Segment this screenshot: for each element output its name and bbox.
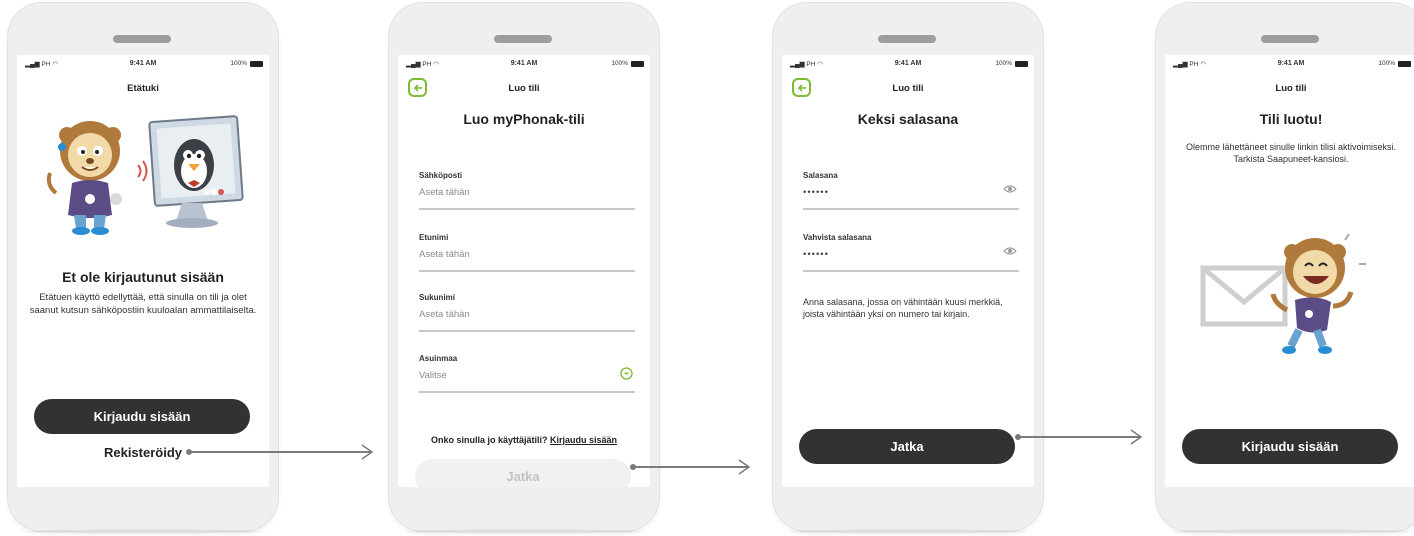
field-placeholder: Aseta tähän [419,187,470,198]
battery-icon [1015,60,1028,67]
field-underline [803,270,1019,272]
field-underline [419,208,635,210]
battery-indicator: 100% [995,60,1028,67]
nav-title: Luo tili [508,83,540,94]
field-underline [419,270,635,272]
field-label: Salasana [803,171,838,180]
sign-in-button[interactable]: Kirjaudu sisään [1182,429,1398,464]
phone-mockup-account-created: ▂▄▆ PH ◠ 9:41 AM 100% Luo tili Tili luot… [1156,3,1414,534]
battery-indicator: 100% [1378,60,1411,67]
phone-screen: ▂▄▆ PH ◠ 9:41 AM 100% Etätuki Et ole kir… [17,55,269,487]
flow-connector-line [190,451,372,453]
field-label: Etunimi [419,233,449,242]
nav-title: Luo tili [892,83,924,94]
email-field[interactable]: Sähköposti Aseta tähän [419,171,635,210]
arrow-right-icon [1130,429,1143,445]
nav-title: Luo tili [1275,83,1307,94]
field-underline [419,391,635,393]
existing-account-question: Onko sinulla jo käyttäjätili? [430,435,548,445]
nav-title: Etätuki [127,83,159,94]
password-hint: Anna salasana, jossa on vähintään kuusi … [803,297,1003,319]
password-value: •••••• [803,187,829,198]
battery-indicator: 100% [611,60,644,67]
arrow-right-icon [738,459,751,475]
phone-speaker [494,35,552,43]
lion-envelope-illustration [1200,233,1366,354]
field-placeholder: Aseta tähän [419,309,470,320]
battery-icon [1398,60,1411,67]
eye-icon[interactable] [1003,246,1017,256]
sign-in-link[interactable]: Kirjaudu sisään [550,435,617,445]
battery-indicator: 100% [230,60,263,67]
status-bar: ▂▄▆ PH ◠ 9:41 AM 100% [17,59,269,71]
phone-mockup-create-account: ▂▄▆ PH ◠ 9:41 AM 100% Luo tili Luo myPho… [389,3,659,534]
field-placeholder: Valitse [419,370,447,381]
continue-button[interactable]: Jatka [415,459,631,487]
field-placeholder: Aseta tähän [419,249,470,260]
chevron-down-icon [620,367,633,380]
confirm-password-field[interactable]: Vahvista salasana •••••• [803,233,1019,272]
status-bar: ▂▄▆ PH ◠ 9:41 AM 100% [398,59,650,71]
screen-heading: Luo myPhonak-tili [463,111,585,127]
status-bar: ▂▄▆ PH ◠ 9:41 AM 100% [782,59,1034,71]
screen-heading: Tili luotu! [1259,111,1323,127]
field-underline [419,330,635,332]
lion-video-call-illustration [46,115,244,235]
eye-icon[interactable] [1003,184,1017,194]
arrow-right-icon [361,444,374,460]
screen-description: Etätuen käyttö edellyttää, että sinulla … [29,292,257,316]
screen-description: Olemme lähettäneet sinulle linkin tilisi… [1185,142,1397,164]
flow-connector-line [1019,436,1141,438]
first-name-field[interactable]: Etunimi Aseta tähän [419,233,635,272]
screen-heading: Keksi salasana [857,111,959,127]
field-underline [803,208,1019,210]
status-bar: ▂▄▆ PH ◠ 9:41 AM 100% [1165,59,1414,71]
field-label: Sukunimi [419,293,456,302]
screen-heading: Et ole kirjautunut sisään [62,269,224,285]
status-time: 9:41 AM [1277,60,1305,67]
last-name-field[interactable]: Sukunimi Aseta tähän [419,293,635,332]
phone-mockup-set-password: ▂▄▆ PH ◠ 9:41 AM 100% Luo tili Keksi sal… [773,3,1043,534]
field-label: Asuinmaa [419,354,458,363]
battery-icon [631,60,644,67]
field-label: Vahvista salasana [803,233,872,242]
phone-speaker [1261,35,1319,43]
register-link[interactable]: Rekisteröidy [17,445,269,460]
phone-screen: ▂▄▆ PH ◠ 9:41 AM 100% Luo tili Keksi sal… [782,55,1034,487]
country-select[interactable]: Asuinmaa Valitse [419,354,635,393]
continue-button[interactable]: Jatka [799,429,1015,464]
battery-icon [250,60,263,67]
sign-in-button[interactable]: Kirjaudu sisään [34,399,250,434]
flow-connector-line [634,466,749,468]
phone-speaker [113,35,171,43]
phone-speaker [878,35,936,43]
phone-screen: ▂▄▆ PH ◠ 9:41 AM 100% Luo tili Tili luot… [1165,55,1414,487]
field-label: Sähköposti [419,171,463,180]
phone-screen: ▂▄▆ PH ◠ 9:41 AM 100% Luo tili Luo myPho… [398,55,650,487]
password-value: •••••• [803,249,829,260]
existing-account-prompt: Onko sinulla jo käyttäjätili? Kirjaudu s… [398,435,650,445]
password-field[interactable]: Salasana •••••• [803,171,1019,210]
lion-mascot [46,121,122,235]
